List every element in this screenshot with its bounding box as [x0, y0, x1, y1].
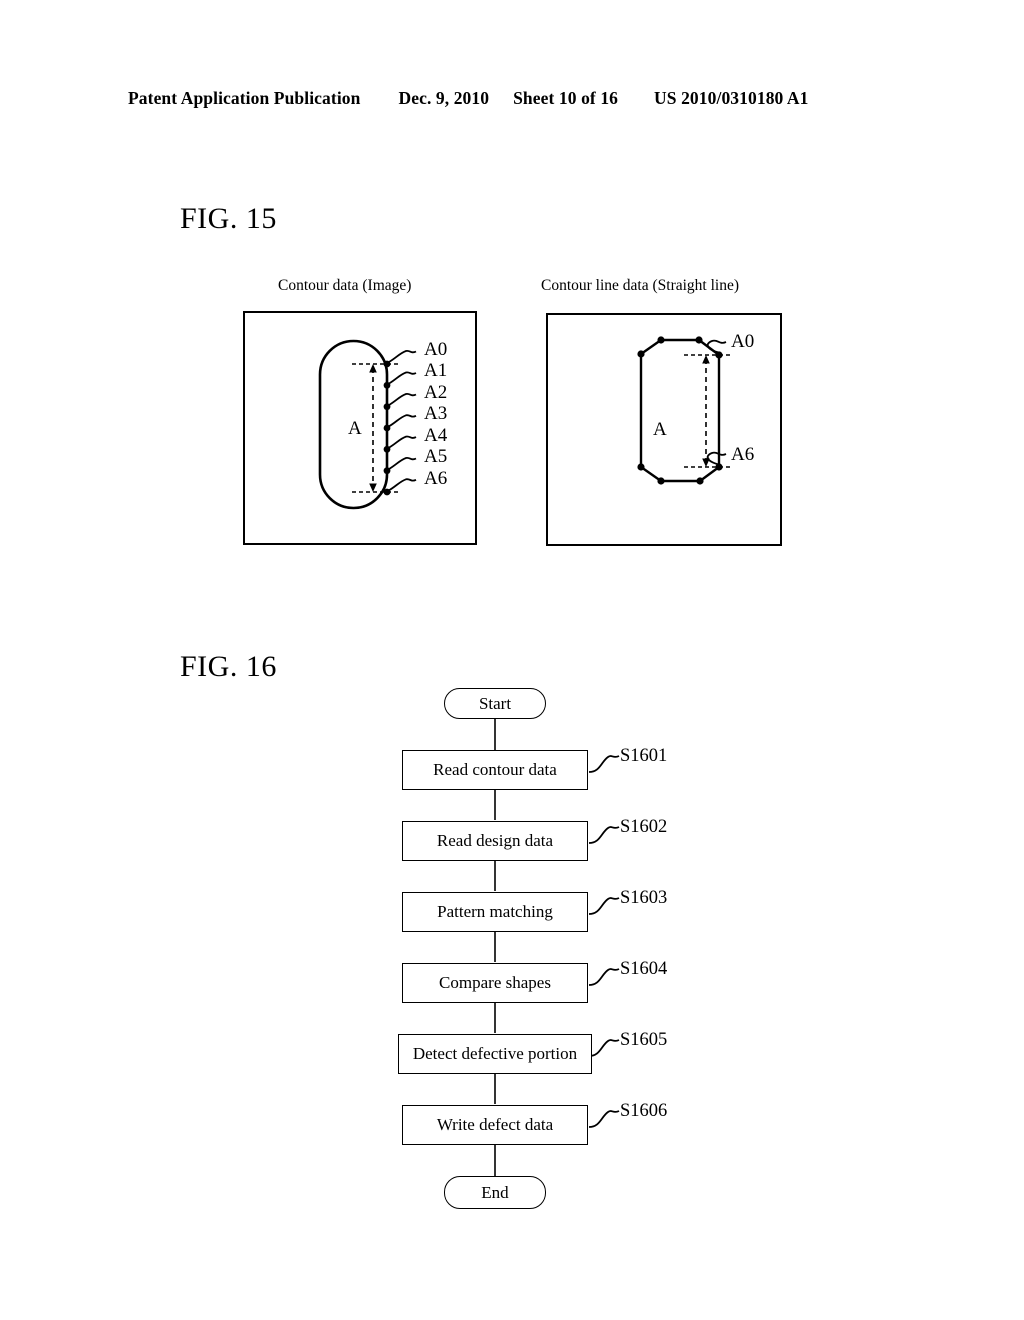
flowchart-step-number-s1605: S1605	[620, 1030, 668, 1050]
flowchart-step-number-s1606: S1606	[620, 1101, 668, 1121]
flowchart-step-read-contour-data: Read contour data	[402, 750, 588, 790]
stadium-point-label-a0: A0	[424, 339, 448, 360]
header-publication-date: Dec. 9, 2010	[398, 88, 490, 108]
flowchart-step-number-s1601: S1601	[620, 746, 668, 766]
stadium-dimension-label: A	[348, 418, 362, 439]
flowchart-step-number-s1602: S1602	[620, 817, 668, 837]
flowchart-step-number-s1603: S1603	[620, 888, 668, 908]
contour-line-panel-caption: Contour line data (Straight line)	[541, 277, 740, 294]
octagon-dimension-label: A	[653, 419, 667, 440]
stadium-point-label-a2: A2	[424, 381, 448, 403]
stadium-point-label-a4: A4	[424, 424, 448, 446]
figure-15-title: FIG. 15	[180, 202, 277, 235]
flowchart-step-write-defect-data: Write defect data	[402, 1105, 588, 1145]
flowchart-step-pattern-matching: Pattern matching	[402, 892, 588, 932]
header-sheet-number: Sheet 10 of 16	[513, 88, 619, 108]
figure-16-title: FIG. 16	[180, 650, 277, 683]
page-header: Patent Application Publication Dec. 9, 2…	[128, 88, 896, 114]
flowchart-end-node: End	[444, 1176, 546, 1209]
stadium-point-label-a6: A6	[424, 467, 448, 489]
header-publication-title: Patent Application Publication	[128, 88, 361, 108]
flowchart-step-leaders	[588, 755, 620, 1128]
octagon-point-label-a0: A0	[731, 331, 755, 352]
patent-drawing-sheet: Patent Application Publication Dec. 9, 2…	[0, 0, 1024, 1320]
stadium-point-label-a1: A1	[424, 360, 448, 381]
stadium-point-label-a5: A5	[424, 446, 448, 467]
flowchart-step-read-design-data: Read design data	[402, 821, 588, 861]
flowchart-start-node: Start	[444, 688, 546, 719]
flowchart-step-number-s1604: S1604	[620, 959, 668, 979]
header-patent-number: US 2010/0310180 A1	[654, 88, 809, 108]
flowchart-step-compare-shapes: Compare shapes	[402, 963, 588, 1003]
flowchart-step-detect-defective-portion: Detect defective portion	[398, 1034, 592, 1074]
contour-image-panel-caption: Contour data (Image)	[278, 277, 412, 294]
stadium-point-label-a3: A3	[424, 403, 448, 424]
octagon-point-label-a6: A6	[731, 444, 755, 465]
